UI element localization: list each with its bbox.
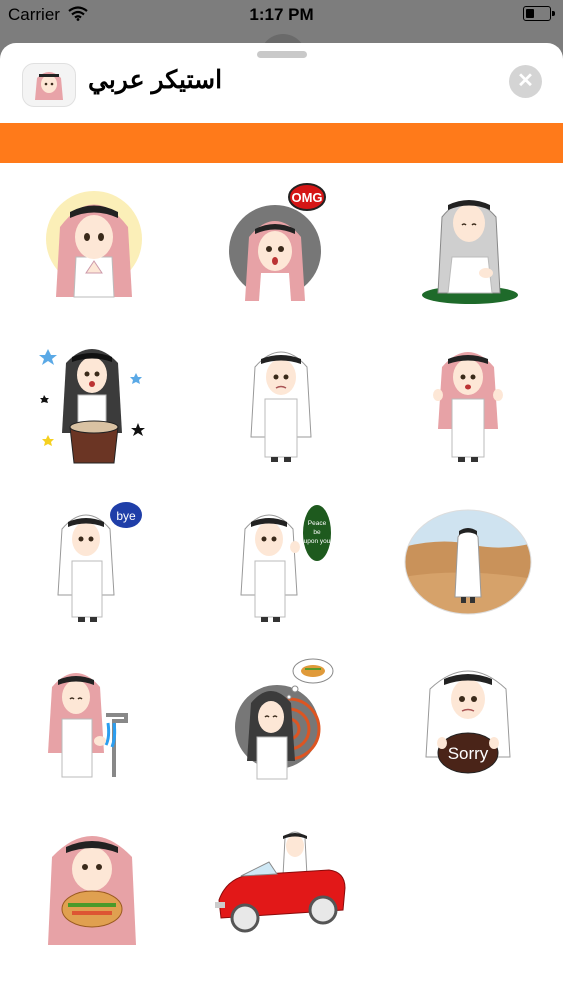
sheet-grabber[interactable] [257,51,307,58]
omg-bubble-text: OMG [291,190,322,205]
sticker-grid: OMG bye Peace be upon you Sorry [0,162,563,962]
sticker-red-convertible[interactable] [187,802,374,962]
sticker-dreaming-food[interactable] [187,642,374,802]
sticker-desert-walk[interactable] [374,482,561,642]
sticker-bye[interactable]: bye [0,482,187,642]
sticker-washing-hands[interactable] [0,642,187,802]
orange-banner[interactable] [0,123,563,163]
app-icon [22,63,76,107]
sorry-sign-text: Sorry [447,744,488,763]
status-bar: Carrier 1:17 PM [0,0,563,32]
sticker-sitting-prayer[interactable] [374,162,561,322]
sticker-omg[interactable]: OMG [187,162,374,322]
battery-icon [523,6,555,21]
app-title: استيكر عربي [88,66,223,94]
sticker-praying-halo[interactable] [0,162,187,322]
sticker-sorry[interactable]: Sorry [374,642,561,802]
sticker-drum-party[interactable] [0,322,187,482]
close-icon: ✕ [517,70,534,92]
sticker-waving-pink[interactable] [374,322,561,482]
sticker-peace-be-upon-you[interactable]: Peace be upon you [187,482,374,642]
bye-bubble-text: bye [116,509,136,523]
clock: 1:17 PM [249,5,314,24]
close-button[interactable]: ✕ [509,65,542,98]
sticker-eating-shawarma[interactable] [0,802,187,962]
sticker-sad[interactable] [187,322,374,482]
